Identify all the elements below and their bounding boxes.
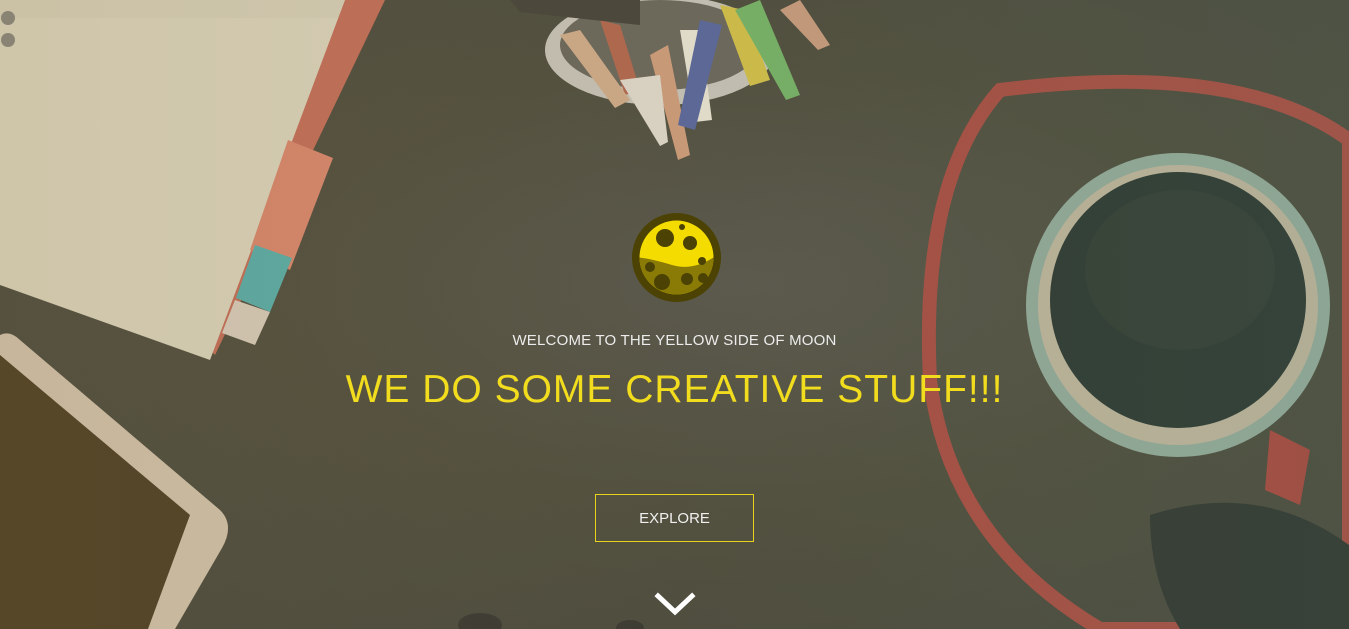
chevron-down-icon[interactable]: [654, 590, 696, 618]
hero-headline: WE DO SOME CREATIVE STUFF!!!: [345, 368, 1004, 411]
moon-logo-icon: [632, 213, 721, 302]
hero-tagline: WELCOME TO THE YELLOW SIDE OF MOON: [512, 332, 837, 349]
hero-section: WELCOME TO THE YELLOW SIDE OF MOON WE DO…: [0, 0, 1349, 629]
explore-button[interactable]: EXPLORE: [595, 494, 754, 542]
